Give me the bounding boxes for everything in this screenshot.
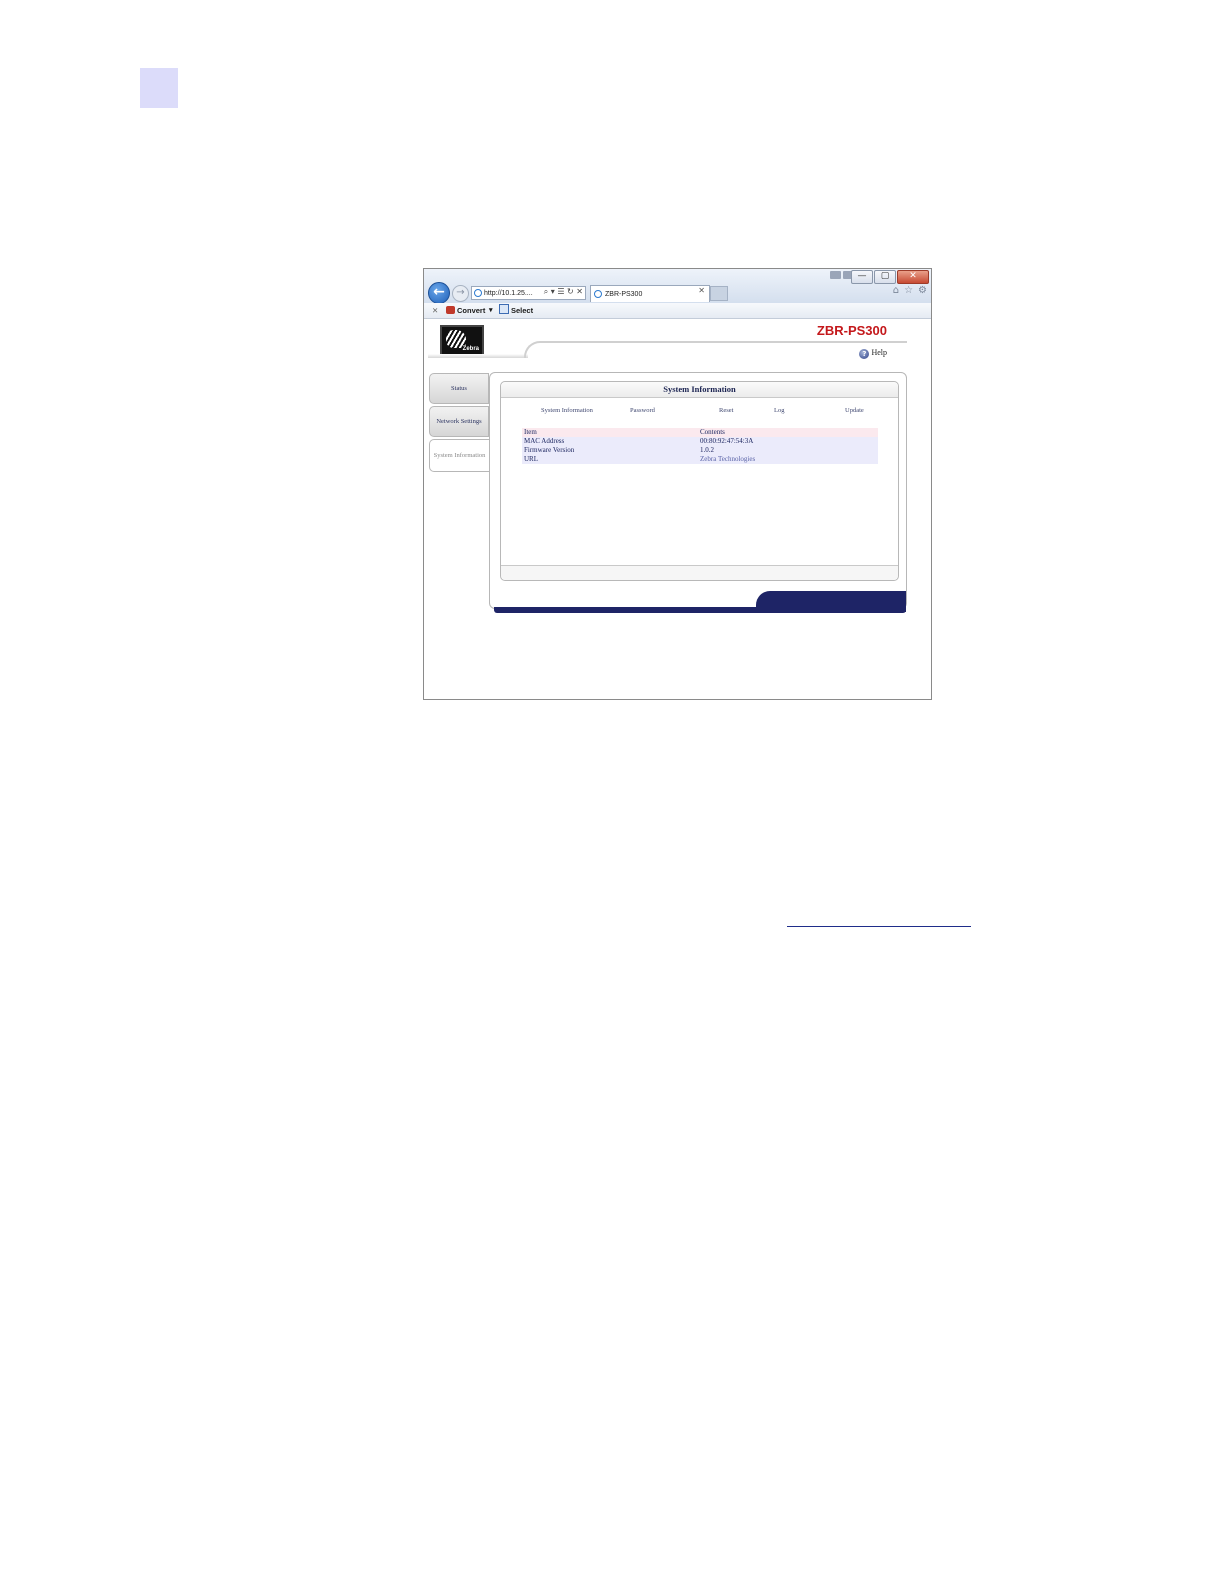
side-tab-system-information-label: System Information <box>433 451 486 459</box>
help-icon: ? <box>859 349 870 359</box>
row-value: 1.0.2 <box>698 446 878 455</box>
select-label: Select <box>511 306 534 315</box>
header-item: Item <box>522 428 698 437</box>
convert-dropdown-icon[interactable]: ▾ <box>489 303 493 318</box>
logo-text: Zebra <box>462 346 479 352</box>
convert-label: Convert <box>457 306 486 315</box>
browser-toolbar-icons: ⌂ ☆ ⚙ <box>893 285 927 296</box>
forward-button[interactable]: → <box>452 285 469 302</box>
close-window-button[interactable]: ✕ <box>897 270 929 284</box>
minimize-button[interactable]: — <box>851 270 873 284</box>
header-curve <box>524 341 907 358</box>
panel-title: System Information <box>501 382 898 398</box>
ie-page-icon <box>474 289 482 297</box>
row-label: MAC Address <box>522 437 698 446</box>
select-icon <box>499 304 509 314</box>
command-bar-close-icon[interactable]: ✕ <box>432 303 438 318</box>
pdf-convert-icon <box>446 306 455 314</box>
subnav-update[interactable]: Update <box>845 407 864 414</box>
back-button[interactable]: ← <box>428 282 450 304</box>
convert-button[interactable]: Convert <box>446 303 485 318</box>
row-label: Firmware Version <box>522 446 698 455</box>
address-tools-icons[interactable]: ⌕ ▾ ☰ ↻ ✕ <box>543 287 583 297</box>
favorites-icon[interactable]: ☆ <box>904 285 913 296</box>
web-page: Zebra ZBR-PS300 ? Help Status Network Set… <box>424 319 931 699</box>
new-tab-button[interactable] <box>710 286 728 301</box>
home-icon[interactable]: ⌂ <box>893 285 899 296</box>
browser-window: — ▢ ✕ ← → http://10.1.25.... ⌕ ▾ ☰ ↻ ✕ Z… <box>423 268 932 700</box>
side-tab-system-information[interactable]: System Information <box>429 439 489 472</box>
system-info-table: Item Contents MAC Address 00:80:92:47:54… <box>522 428 878 464</box>
subnav-password[interactable]: Password <box>630 407 655 414</box>
panel-footer <box>501 565 898 580</box>
window-controls: — ▢ ✕ <box>851 270 929 284</box>
brand-title: ZBR-PS300 <box>816 323 887 338</box>
link-underline <box>787 926 971 927</box>
ie-tab-icon <box>594 290 602 298</box>
browser-tab[interactable]: ZBR-PS300 ✕ <box>590 285 710 302</box>
header-contents: Contents <box>698 428 878 437</box>
url-link[interactable]: Zebra Technologies <box>698 455 878 464</box>
maximize-button[interactable]: ▢ <box>874 270 896 284</box>
system-information-box: System Information System Information Pa… <box>500 381 899 581</box>
side-tab-status[interactable]: Status <box>429 373 489 404</box>
address-bar[interactable]: http://10.1.25.... ⌕ ▾ ☰ ↻ ✕ <box>471 286 586 300</box>
page-corner-marker <box>140 68 178 108</box>
subnav-system-information[interactable]: System Information <box>541 407 593 414</box>
subnav-reset[interactable]: Reset <box>719 407 733 414</box>
tab-title: ZBR-PS300 <box>605 291 643 298</box>
help-label: Help <box>871 348 887 357</box>
browser-titlebar: — ▢ ✕ ← → http://10.1.25.... ⌕ ▾ ☰ ↻ ✕ Z… <box>424 269 931 304</box>
table-header-row: Item Contents <box>522 428 878 437</box>
header-rule <box>428 354 528 358</box>
subnav-log[interactable]: Log <box>774 407 784 414</box>
zebra-logo: Zebra <box>440 325 484 356</box>
side-tab-network-settings[interactable]: Network Settings <box>429 406 489 437</box>
row-label: URL <box>522 455 698 464</box>
table-row: URL Zebra Technologies <box>522 455 878 464</box>
address-url: http://10.1.25.... <box>484 290 533 297</box>
settings-icon[interactable]: ⚙ <box>918 285 927 296</box>
footer-base <box>494 607 906 613</box>
content-panel: System Information System Information Pa… <box>489 372 907 609</box>
help-link[interactable]: ? Help <box>859 348 887 359</box>
table-row: Firmware Version 1.0.2 <box>522 446 878 455</box>
page-footer-band <box>494 589 906 613</box>
tab-close-icon[interactable]: ✕ <box>698 286 705 295</box>
row-value: 00:80:92:47:54:3A <box>698 437 878 446</box>
command-bar: ✕ Convert ▾ Select <box>424 303 931 319</box>
table-row: MAC Address 00:80:92:47:54:3A <box>522 437 878 446</box>
select-button[interactable]: Select <box>499 303 533 318</box>
